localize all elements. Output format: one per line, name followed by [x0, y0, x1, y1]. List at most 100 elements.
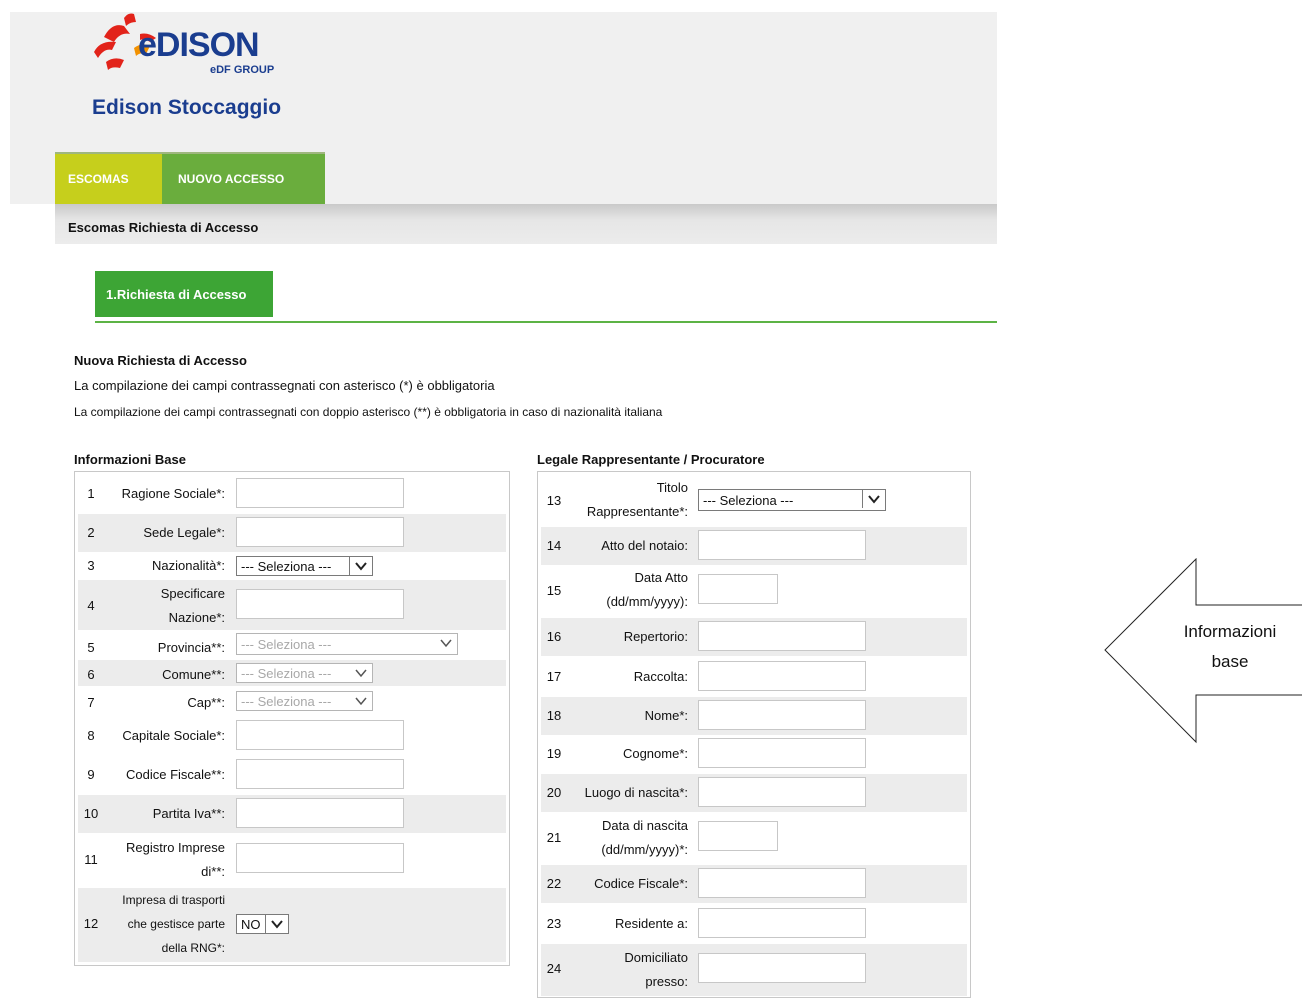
sede-legale-label: Sede Legale*: — [143, 525, 225, 540]
data-nascita-label: Data di nascita — [602, 818, 688, 833]
callout-label: Informazioni base — [1140, 617, 1303, 677]
data-atto-label: Data Atto — [634, 570, 688, 585]
luogo-nascita-input[interactable] — [698, 777, 866, 807]
row-number: 24 — [546, 961, 562, 976]
presso-label: presso: — [645, 974, 688, 989]
titolo-label: Titolo — [656, 480, 688, 495]
row-number: 1 — [87, 486, 95, 501]
brand-subtitle: Edison Stoccaggio — [92, 96, 282, 119]
form-title: Nuova Richiesta di Accesso — [74, 353, 247, 368]
required-note: La compilazione dei campi contrassegnati… — [74, 378, 495, 393]
registro-imprese-di-label: di**: — [201, 864, 225, 879]
residente-input[interactable] — [698, 908, 866, 938]
data-atto-input[interactable] — [698, 574, 778, 604]
row-number: 9 — [87, 767, 95, 782]
codice-fiscale-rapp-label: Codice Fiscale*: — [594, 876, 688, 891]
sede-legale-input[interactable] — [236, 517, 404, 547]
row-number: 5 — [87, 640, 95, 655]
row-number: 3 — [87, 558, 95, 573]
atto-notaio-label: Atto del notaio: — [601, 538, 688, 553]
capitale-sociale-label: Capitale Sociale*: — [122, 728, 225, 743]
row-number: 16 — [546, 629, 562, 644]
capitale-sociale-input[interactable] — [236, 720, 404, 750]
data-atto-format-label: (dd/mm/yyyy): — [606, 594, 688, 609]
titolo-rappresentante-select[interactable]: --- Seleziona --- — [698, 489, 886, 511]
page: eDISON eDF GROUP Edison Stoccaggio ESCOM… — [10, 12, 997, 1003]
nazione-label: Nazione*: — [168, 610, 225, 625]
repertorio-input[interactable] — [698, 621, 866, 651]
rng-select[interactable]: NO — [236, 914, 289, 934]
provincia-select[interactable]: --- Seleziona --- — [236, 633, 458, 655]
repertorio-label: Repertorio: — [623, 629, 688, 644]
nazionalita-label: Nazionalità*: — [152, 558, 225, 573]
brand-group: eDF GROUP — [210, 64, 275, 76]
tab-nuovo-accesso[interactable]: NUOVO ACCESSO — [162, 152, 325, 204]
row-number: 7 — [87, 695, 95, 710]
codice-fiscale-input[interactable] — [236, 759, 404, 789]
top-nav: ESCOMAS NUOVO ACCESSO — [55, 152, 325, 204]
rappresentante-label: Rappresentante*: — [586, 504, 688, 519]
rng-select-value: NO — [241, 916, 261, 932]
italian-required-note: La compilazione dei campi contrassegnati… — [74, 405, 663, 419]
row-number: 11 — [84, 852, 98, 867]
registro-imprese-input[interactable] — [236, 843, 404, 873]
nome-label: Nome*: — [644, 708, 688, 723]
row-number: 23 — [546, 916, 562, 931]
rng-label: della RNG*: — [161, 941, 225, 955]
step-tab-richiesta[interactable]: 1.Richiesta di Accesso — [95, 271, 273, 317]
row-number: 10 — [83, 806, 99, 821]
chevron-down-icon — [435, 634, 457, 652]
provincia-label: Provincia**: — [157, 640, 225, 655]
row-number: 18 — [546, 708, 562, 723]
section-title-legale-rappresentante: Legale Rappresentante / Procuratore — [537, 452, 765, 467]
ragione-sociale-input[interactable] — [236, 478, 404, 508]
partita-iva-input[interactable] — [236, 798, 404, 828]
provincia-select-value: --- Seleziona --- — [241, 636, 332, 652]
specificare-label: Specificare — [160, 586, 225, 601]
titolo-select-value: --- Seleziona --- — [703, 492, 794, 508]
comune-label: Comune**: — [162, 667, 225, 682]
ragione-sociale-label: Ragione Sociale*: — [121, 486, 225, 501]
raccolta-label: Raccolta: — [633, 669, 688, 684]
partita-iva-label: Partita Iva**: — [152, 806, 225, 821]
domiciliato-input[interactable] — [698, 953, 866, 983]
nazionalita-select[interactable]: --- Seleziona --- — [236, 556, 373, 576]
nome-input[interactable] — [698, 700, 866, 730]
callout-line-1: Informazioni — [1183, 622, 1277, 641]
chevron-down-icon — [350, 664, 372, 682]
row-number: 13 — [546, 493, 562, 508]
tab-escomas[interactable]: ESCOMAS — [55, 152, 162, 204]
raccolta-input[interactable] — [698, 661, 866, 691]
cognome-input[interactable] — [698, 738, 866, 768]
row-number: 12 — [83, 916, 99, 931]
chevron-down-icon — [265, 915, 288, 933]
codice-fiscale-rapp-input[interactable] — [698, 868, 866, 898]
row-number: 6 — [87, 667, 95, 682]
callout-line-2: base — [1211, 652, 1249, 671]
residente-label: Residente a: — [615, 916, 688, 931]
impresa-trasporti-label: Impresa di trasporti — [122, 893, 225, 907]
cap-select[interactable]: --- Seleziona --- — [236, 691, 373, 711]
comune-select-value: --- Seleziona --- — [241, 665, 332, 681]
step-divider — [95, 321, 997, 323]
row-number: 8 — [87, 728, 95, 743]
chevron-down-icon — [862, 490, 885, 508]
row-number: 14 — [546, 538, 562, 553]
data-nascita-input[interactable] — [698, 821, 778, 851]
row-number: 20 — [546, 785, 562, 800]
comune-select[interactable]: --- Seleziona --- — [236, 663, 373, 683]
specificare-nazione-input[interactable] — [236, 589, 404, 619]
gestisce-parte-label: che gestisce parte — [127, 917, 225, 931]
cap-label: Cap**: — [187, 695, 225, 710]
subheader-bar: Escomas Richiesta di Accesso — [55, 204, 997, 244]
row-number: 15 — [546, 583, 562, 598]
row-number: 2 — [87, 525, 95, 540]
registro-imprese-label: Registro Imprese — [126, 840, 225, 855]
data-nascita-format-label: (dd/mm/yyyy)*: — [601, 842, 688, 857]
page-title: Escomas Richiesta di Accesso — [68, 220, 259, 235]
chevron-down-icon — [349, 557, 372, 575]
atto-notaio-input[interactable] — [698, 530, 866, 560]
row-number: 4 — [87, 598, 95, 613]
cognome-label: Cognome*: — [622, 746, 688, 761]
row-number: 19 — [546, 746, 562, 761]
